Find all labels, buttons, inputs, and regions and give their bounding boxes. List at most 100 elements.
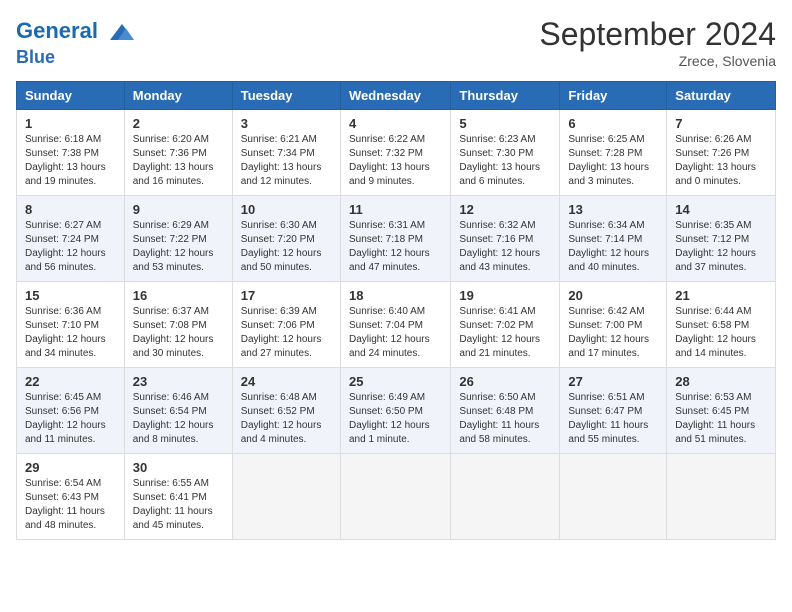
calendar-week-4: 22 Sunrise: 6:45 AMSunset: 6:56 PMDaylig… (17, 368, 776, 454)
month-title: September 2024 (539, 16, 776, 53)
weekday-header-sunday: Sunday (17, 82, 125, 110)
day-number: 2 (133, 116, 224, 131)
empty-cell (667, 454, 776, 540)
day-info: Sunrise: 6:18 AMSunset: 7:38 PMDaylight:… (25, 134, 106, 187)
day-cell-12: 12 Sunrise: 6:32 AMSunset: 7:16 PMDaylig… (451, 196, 560, 282)
day-cell-13: 13 Sunrise: 6:34 AMSunset: 7:14 PMDaylig… (560, 196, 667, 282)
day-number: 8 (25, 202, 116, 217)
day-cell-27: 27 Sunrise: 6:51 AMSunset: 6:47 PMDaylig… (560, 368, 667, 454)
day-number: 11 (349, 202, 442, 217)
day-cell-30: 30 Sunrise: 6:55 AMSunset: 6:41 PMDaylig… (124, 454, 232, 540)
day-info: Sunrise: 6:50 AMSunset: 6:48 PMDaylight:… (459, 392, 539, 445)
logo-blue: Blue (16, 48, 138, 68)
day-cell-7: 7 Sunrise: 6:26 AMSunset: 7:26 PMDayligh… (667, 110, 776, 196)
day-info: Sunrise: 6:37 AMSunset: 7:08 PMDaylight:… (133, 306, 214, 359)
weekday-header-monday: Monday (124, 82, 232, 110)
day-number: 21 (675, 288, 767, 303)
day-number: 17 (241, 288, 332, 303)
day-cell-22: 22 Sunrise: 6:45 AMSunset: 6:56 PMDaylig… (17, 368, 125, 454)
day-info: Sunrise: 6:22 AMSunset: 7:32 PMDaylight:… (349, 134, 430, 187)
day-number: 16 (133, 288, 224, 303)
calendar-week-3: 15 Sunrise: 6:36 AMSunset: 7:10 PMDaylig… (17, 282, 776, 368)
location: Zrece, Slovenia (539, 53, 776, 69)
day-cell-20: 20 Sunrise: 6:42 AMSunset: 7:00 PMDaylig… (560, 282, 667, 368)
day-info: Sunrise: 6:46 AMSunset: 6:54 PMDaylight:… (133, 392, 214, 445)
day-number: 1 (25, 116, 116, 131)
day-info: Sunrise: 6:54 AMSunset: 6:43 PMDaylight:… (25, 478, 105, 531)
day-cell-24: 24 Sunrise: 6:48 AMSunset: 6:52 PMDaylig… (232, 368, 340, 454)
calendar-week-1: 1 Sunrise: 6:18 AMSunset: 7:38 PMDayligh… (17, 110, 776, 196)
day-cell-18: 18 Sunrise: 6:40 AMSunset: 7:04 PMDaylig… (340, 282, 450, 368)
calendar-week-2: 8 Sunrise: 6:27 AMSunset: 7:24 PMDayligh… (17, 196, 776, 282)
day-cell-26: 26 Sunrise: 6:50 AMSunset: 6:48 PMDaylig… (451, 368, 560, 454)
day-cell-6: 6 Sunrise: 6:25 AMSunset: 7:28 PMDayligh… (560, 110, 667, 196)
day-cell-9: 9 Sunrise: 6:29 AMSunset: 7:22 PMDayligh… (124, 196, 232, 282)
day-info: Sunrise: 6:44 AMSunset: 6:58 PMDaylight:… (675, 306, 756, 359)
weekday-header-friday: Friday (560, 82, 667, 110)
day-number: 4 (349, 116, 442, 131)
empty-cell (232, 454, 340, 540)
day-cell-5: 5 Sunrise: 6:23 AMSunset: 7:30 PMDayligh… (451, 110, 560, 196)
day-cell-17: 17 Sunrise: 6:39 AMSunset: 7:06 PMDaylig… (232, 282, 340, 368)
day-number: 29 (25, 460, 116, 475)
weekday-header-row: SundayMondayTuesdayWednesdayThursdayFrid… (17, 82, 776, 110)
day-info: Sunrise: 6:32 AMSunset: 7:16 PMDaylight:… (459, 220, 540, 273)
day-cell-28: 28 Sunrise: 6:53 AMSunset: 6:45 PMDaylig… (667, 368, 776, 454)
weekday-header-saturday: Saturday (667, 82, 776, 110)
weekday-header-wednesday: Wednesday (340, 82, 450, 110)
day-info: Sunrise: 6:27 AMSunset: 7:24 PMDaylight:… (25, 220, 106, 273)
day-cell-14: 14 Sunrise: 6:35 AMSunset: 7:12 PMDaylig… (667, 196, 776, 282)
day-number: 7 (675, 116, 767, 131)
day-info: Sunrise: 6:53 AMSunset: 6:45 PMDaylight:… (675, 392, 755, 445)
page-header: General Blue September 2024 Zrece, Slove… (16, 16, 776, 69)
weekday-header-tuesday: Tuesday (232, 82, 340, 110)
day-number: 27 (568, 374, 658, 389)
calendar-table: SundayMondayTuesdayWednesdayThursdayFrid… (16, 81, 776, 540)
empty-cell (451, 454, 560, 540)
day-number: 20 (568, 288, 658, 303)
day-cell-11: 11 Sunrise: 6:31 AMSunset: 7:18 PMDaylig… (340, 196, 450, 282)
day-number: 28 (675, 374, 767, 389)
calendar-week-5: 29 Sunrise: 6:54 AMSunset: 6:43 PMDaylig… (17, 454, 776, 540)
empty-cell (560, 454, 667, 540)
day-number: 30 (133, 460, 224, 475)
day-info: Sunrise: 6:21 AMSunset: 7:34 PMDaylight:… (241, 134, 322, 187)
day-number: 5 (459, 116, 551, 131)
day-number: 13 (568, 202, 658, 217)
day-number: 9 (133, 202, 224, 217)
day-info: Sunrise: 6:35 AMSunset: 7:12 PMDaylight:… (675, 220, 756, 273)
logo-icon (106, 16, 138, 48)
logo-text: General (16, 16, 138, 48)
day-cell-15: 15 Sunrise: 6:36 AMSunset: 7:10 PMDaylig… (17, 282, 125, 368)
day-info: Sunrise: 6:34 AMSunset: 7:14 PMDaylight:… (568, 220, 649, 273)
day-info: Sunrise: 6:45 AMSunset: 6:56 PMDaylight:… (25, 392, 106, 445)
day-number: 24 (241, 374, 332, 389)
day-cell-1: 1 Sunrise: 6:18 AMSunset: 7:38 PMDayligh… (17, 110, 125, 196)
empty-cell (340, 454, 450, 540)
day-number: 14 (675, 202, 767, 217)
day-cell-3: 3 Sunrise: 6:21 AMSunset: 7:34 PMDayligh… (232, 110, 340, 196)
day-cell-29: 29 Sunrise: 6:54 AMSunset: 6:43 PMDaylig… (17, 454, 125, 540)
day-cell-8: 8 Sunrise: 6:27 AMSunset: 7:24 PMDayligh… (17, 196, 125, 282)
day-info: Sunrise: 6:30 AMSunset: 7:20 PMDaylight:… (241, 220, 322, 273)
day-info: Sunrise: 6:29 AMSunset: 7:22 PMDaylight:… (133, 220, 214, 273)
day-info: Sunrise: 6:23 AMSunset: 7:30 PMDaylight:… (459, 134, 540, 187)
day-info: Sunrise: 6:36 AMSunset: 7:10 PMDaylight:… (25, 306, 106, 359)
day-info: Sunrise: 6:42 AMSunset: 7:00 PMDaylight:… (568, 306, 649, 359)
day-info: Sunrise: 6:41 AMSunset: 7:02 PMDaylight:… (459, 306, 540, 359)
day-cell-2: 2 Sunrise: 6:20 AMSunset: 7:36 PMDayligh… (124, 110, 232, 196)
day-number: 6 (568, 116, 658, 131)
day-number: 22 (25, 374, 116, 389)
day-info: Sunrise: 6:39 AMSunset: 7:06 PMDaylight:… (241, 306, 322, 359)
day-cell-23: 23 Sunrise: 6:46 AMSunset: 6:54 PMDaylig… (124, 368, 232, 454)
day-info: Sunrise: 6:20 AMSunset: 7:36 PMDaylight:… (133, 134, 214, 187)
day-info: Sunrise: 6:51 AMSunset: 6:47 PMDaylight:… (568, 392, 648, 445)
day-number: 15 (25, 288, 116, 303)
day-number: 19 (459, 288, 551, 303)
day-cell-21: 21 Sunrise: 6:44 AMSunset: 6:58 PMDaylig… (667, 282, 776, 368)
day-number: 18 (349, 288, 442, 303)
day-cell-19: 19 Sunrise: 6:41 AMSunset: 7:02 PMDaylig… (451, 282, 560, 368)
day-info: Sunrise: 6:25 AMSunset: 7:28 PMDaylight:… (568, 134, 649, 187)
day-number: 10 (241, 202, 332, 217)
day-info: Sunrise: 6:26 AMSunset: 7:26 PMDaylight:… (675, 134, 756, 187)
